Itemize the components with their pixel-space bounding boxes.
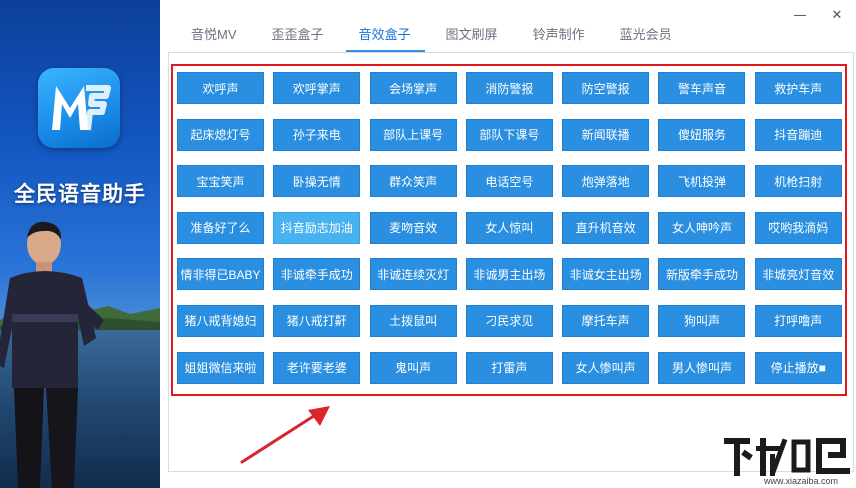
sound-button[interactable]: 抖音蹦迪 xyxy=(754,118,842,151)
close-button[interactable]: ✕ xyxy=(829,8,845,24)
sound-button[interactable]: 警车声音 xyxy=(658,72,746,104)
sound-button[interactable]: 女人惊叫 xyxy=(465,211,553,244)
sound-button[interactable]: 新版牵手成功 xyxy=(658,258,746,291)
sound-button[interactable]: 非诚男主出场 xyxy=(465,258,553,291)
promo-panel: 全民语音助手 xyxy=(0,0,160,488)
person-photo xyxy=(0,221,104,488)
sound-button[interactable]: 新闻联播 xyxy=(562,118,650,151)
sound-button[interactable]: 麦吻音效 xyxy=(369,211,457,244)
annotation-arrow-icon xyxy=(240,406,330,464)
sound-button[interactable]: 炮弹落地 xyxy=(562,165,650,198)
sound-button[interactable]: 女人呻吟声 xyxy=(658,211,746,244)
sound-button[interactable]: 猪八戒背媳妇 xyxy=(177,304,264,337)
app-logo-icon xyxy=(38,68,120,148)
tab-yy-box[interactable]: 歪歪盒子 xyxy=(249,14,336,50)
sound-button[interactable]: 飞机投弹 xyxy=(658,165,746,198)
sound-button[interactable]: 准备好了么 xyxy=(177,211,264,244)
sound-button[interactable]: 打雷声 xyxy=(465,351,553,384)
sound-button[interactable]: 孙子来电 xyxy=(273,118,361,151)
tab-sound-effects-box[interactable]: 音效盒子 xyxy=(336,14,425,52)
sound-button[interactable]: 摩托车声 xyxy=(562,304,650,337)
stop-playback-button[interactable]: 停止播放■ xyxy=(754,351,842,384)
sound-button[interactable]: 直升机音效 xyxy=(562,211,650,244)
sound-button[interactable]: 哎哟我滴妈 xyxy=(754,211,842,244)
tab-text-spam[interactable]: 图文刷屏 xyxy=(423,14,510,50)
sound-button[interactable]: 起床熄灯号 xyxy=(177,118,264,151)
sound-button[interactable]: 猪八戒打鼾 xyxy=(273,304,361,337)
sound-button-hovered[interactable]: 抖音励志加油 xyxy=(273,211,361,244)
sound-button[interactable]: 欢呼声 xyxy=(177,72,264,104)
sound-button[interactable]: 姐姐微信来啦 xyxy=(177,351,264,384)
sound-button[interactable]: 防空警报 xyxy=(562,72,650,104)
sound-button[interactable]: 非诚连续灭灯 xyxy=(369,258,457,291)
sound-button[interactable]: 非诚牵手成功 xyxy=(273,258,361,291)
sound-button[interactable]: 女人惨叫声 xyxy=(562,351,650,384)
sound-button[interactable]: 机枪扫射 xyxy=(754,165,842,198)
sound-button[interactable]: 老许要老婆 xyxy=(273,351,361,384)
tab-blu-ray-vip[interactable]: 蓝光会员 xyxy=(597,14,684,50)
tab-ringtone-maker[interactable]: 铃声制作 xyxy=(510,14,597,50)
sound-button[interactable]: 非诚女主出场 xyxy=(562,258,650,291)
sound-button[interactable]: 电话空号 xyxy=(465,165,553,198)
sound-button[interactable]: 救护车声 xyxy=(754,72,842,104)
watermark-url: www.xiazaiba.com xyxy=(764,476,839,486)
sound-button[interactable]: 会场掌声 xyxy=(369,72,457,104)
sound-button[interactable]: 宝宝笑声 xyxy=(177,165,264,198)
tab-bar: 音悦MV 歪歪盒子 音效盒子 图文刷屏 铃声制作 蓝光会员 xyxy=(168,14,684,52)
minimize-button[interactable]: — xyxy=(792,8,808,24)
sound-button[interactable]: 部队上课号 xyxy=(369,118,457,151)
sound-button[interactable]: 非城亮灯音效 xyxy=(754,258,842,291)
sound-button[interactable]: 卧操无情 xyxy=(273,165,361,198)
sound-button[interactable]: 部队下课号 xyxy=(465,118,553,151)
sound-effects-grid: 欢呼声 欢呼掌声 会场掌声 消防警报 防空警报 警车声音 救护车声 起床熄灯号 … xyxy=(177,72,842,384)
sound-button[interactable]: 打呼噜声 xyxy=(754,304,842,337)
sound-button[interactable]: 消防警报 xyxy=(465,72,553,104)
sound-button[interactable]: 鬼叫声 xyxy=(369,351,457,384)
sound-button[interactable]: 群众笑声 xyxy=(369,165,457,198)
sound-button[interactable]: 傻妞服务 xyxy=(658,118,746,151)
sound-button[interactable]: 刁民求见 xyxy=(465,304,553,337)
sound-button[interactable]: 情非得已BABY xyxy=(177,258,264,291)
sound-button[interactable]: 欢呼掌声 xyxy=(273,72,361,104)
app-name: 全民语音助手 xyxy=(14,182,146,206)
tab-music-mv[interactable]: 音悦MV xyxy=(168,14,249,50)
sound-button[interactable]: 男人惨叫声 xyxy=(658,351,746,384)
sound-button[interactable]: 土拨鼠叫 xyxy=(369,304,457,337)
sound-button[interactable]: 狗叫声 xyxy=(658,304,746,337)
